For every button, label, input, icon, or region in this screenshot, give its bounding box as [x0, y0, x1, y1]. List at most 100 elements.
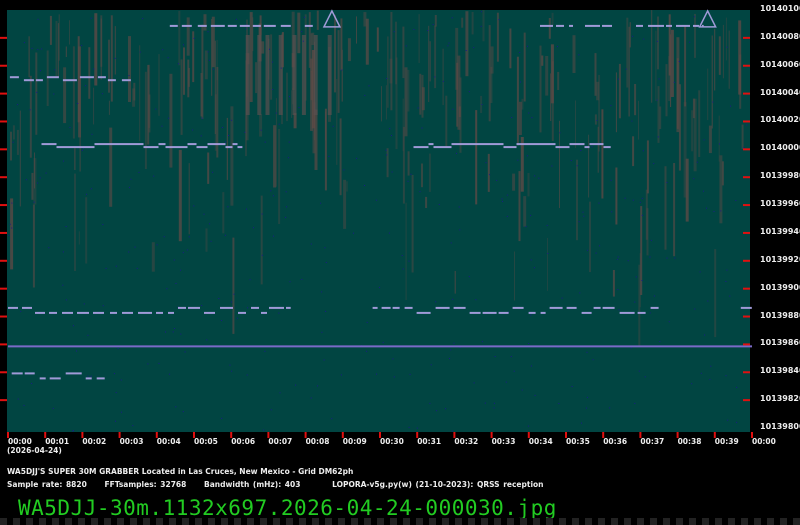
noise-dot — [632, 35, 634, 37]
noise-dot — [533, 267, 535, 269]
signal-segment — [239, 24, 250, 27]
signal-segment — [372, 306, 378, 309]
y-tick-label: 10140020 — [760, 115, 800, 125]
noise-dot — [163, 236, 165, 238]
noise-streak — [664, 166, 667, 250]
noise-dot — [720, 210, 722, 212]
noise-dot — [393, 376, 395, 378]
noise-streak — [646, 140, 649, 194]
noise-dot — [102, 305, 104, 307]
noise-streak — [286, 72, 288, 122]
noise-streak — [404, 67, 408, 137]
noise-streak — [291, 90, 293, 118]
noise-dot — [264, 350, 266, 352]
noise-dot — [657, 136, 659, 138]
signal-segment — [225, 146, 233, 149]
noise-dot — [617, 289, 619, 291]
noise-dot — [186, 249, 188, 251]
signal-segment — [227, 24, 237, 27]
signal-segment — [122, 311, 133, 314]
noise-dot — [260, 129, 262, 131]
noise-dot — [132, 425, 134, 427]
noise-streak — [327, 35, 332, 115]
noise-dot — [498, 19, 500, 21]
noise-dot — [725, 281, 727, 282]
noise-dot — [429, 402, 431, 404]
noise-streak — [691, 110, 694, 152]
signal-segment — [566, 306, 577, 309]
noise-dot — [696, 161, 698, 163]
noise-dot — [115, 265, 117, 267]
noise-dot — [609, 407, 611, 409]
signal-segment — [77, 311, 89, 314]
noise-dot — [392, 358, 394, 360]
bandwidth: Bandwidth (mHz): 403 — [204, 480, 301, 489]
noise-streak — [93, 87, 95, 125]
noise-streak — [527, 173, 530, 197]
noise-dot — [641, 197, 643, 199]
noise-dot — [11, 227, 13, 229]
noise-dot — [39, 70, 41, 72]
noise-streak — [722, 24, 724, 79]
noise-dot — [121, 411, 122, 413]
noise-dot — [494, 356, 496, 357]
y-tick-label: 10139860 — [760, 338, 800, 348]
noise-dot — [668, 321, 670, 323]
signal-segment — [451, 143, 465, 146]
noise-dot — [704, 334, 706, 336]
y-tick-left — [0, 148, 7, 151]
y-tick-label: 10139900 — [760, 282, 800, 292]
noise-dot — [69, 127, 71, 128]
noise-dot — [617, 256, 619, 258]
noise-dot — [224, 234, 226, 236]
noise-streak — [339, 118, 342, 196]
signal-segment — [39, 377, 46, 380]
noise-streak — [74, 173, 76, 271]
noise-dot — [635, 276, 637, 278]
noise-dot — [249, 279, 251, 281]
noise-streak — [313, 35, 318, 115]
noise-dot — [321, 291, 323, 293]
signal-segment — [740, 306, 752, 309]
noise-streak — [728, 30, 730, 89]
noise-dot — [86, 193, 87, 195]
noise-streak — [222, 192, 225, 234]
noise-dot — [700, 372, 702, 374]
noise-dot — [321, 331, 323, 333]
noise-streak — [301, 35, 306, 115]
noise-streak — [471, 12, 474, 35]
signal-segment — [251, 306, 259, 309]
noise-streak — [387, 36, 389, 108]
noise-dot — [581, 422, 582, 424]
noise-dot — [631, 120, 633, 122]
noise-streak — [711, 35, 713, 129]
signal-segment — [428, 143, 434, 146]
noise-dot — [340, 374, 342, 376]
noise-dot — [193, 205, 195, 207]
noise-streak — [110, 15, 113, 102]
noise-dot — [595, 252, 597, 254]
signal-segment — [676, 24, 690, 27]
y-tick-left — [0, 36, 7, 39]
noise-dot — [210, 240, 212, 242]
noise-dot — [93, 68, 95, 70]
signal-segment — [85, 377, 92, 380]
noise-dot — [561, 297, 563, 299]
noise-dot — [405, 45, 407, 47]
noise-dot — [221, 320, 223, 321]
noise-dot — [713, 211, 715, 212]
noise-dot — [691, 383, 693, 385]
y-tick-right — [743, 287, 750, 290]
y-tick-label: 10139980 — [760, 171, 800, 181]
noise-streak — [178, 10, 181, 66]
signal-segment — [536, 143, 544, 146]
noise-dot — [719, 143, 720, 145]
noise-dot — [435, 301, 437, 303]
noise-dot — [182, 252, 184, 254]
noise-streak — [618, 63, 621, 119]
signal-segment — [603, 146, 611, 149]
noise-streak — [668, 14, 671, 76]
noise-dot — [630, 347, 632, 349]
signal-segment — [49, 377, 61, 380]
y-tick-left — [0, 399, 7, 402]
